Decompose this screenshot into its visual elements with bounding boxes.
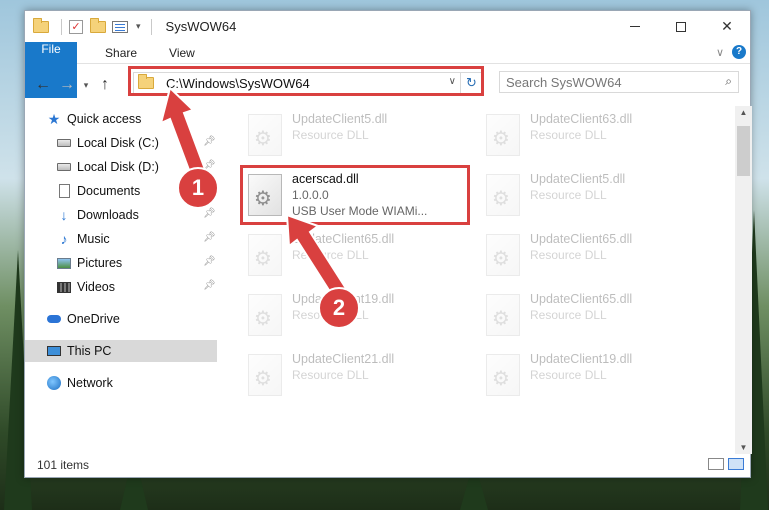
arrow-2 (285, 213, 349, 300)
callout-number-1: 1 (177, 167, 219, 209)
callout-number-2: 2 (318, 287, 360, 329)
arrow-1 (159, 86, 208, 180)
annotation-arrows (159, 86, 349, 300)
